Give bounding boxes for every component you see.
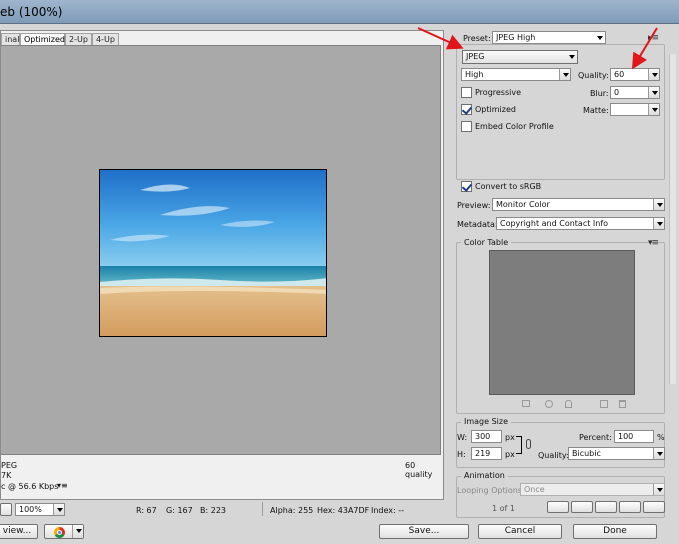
annotation-arrow-quality [631,27,658,70]
annotation-arrow-format [417,27,464,50]
annotation-overlay [417,27,658,70]
